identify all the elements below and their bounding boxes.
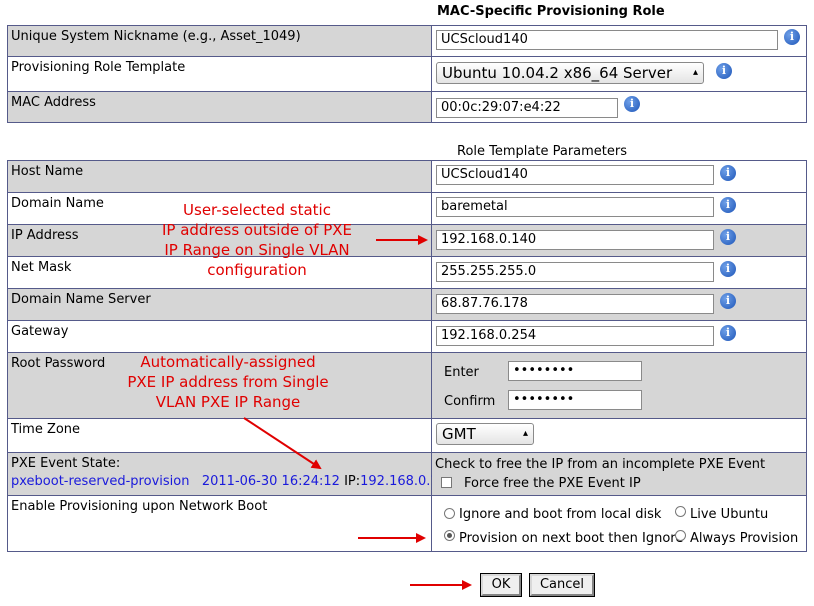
ok-button[interactable]: OK bbox=[480, 573, 522, 597]
cancel-button[interactable]: Cancel bbox=[529, 573, 595, 597]
annotation-arrows bbox=[243, 235, 472, 590]
red-arrow-icon bbox=[243, 417, 322, 470]
